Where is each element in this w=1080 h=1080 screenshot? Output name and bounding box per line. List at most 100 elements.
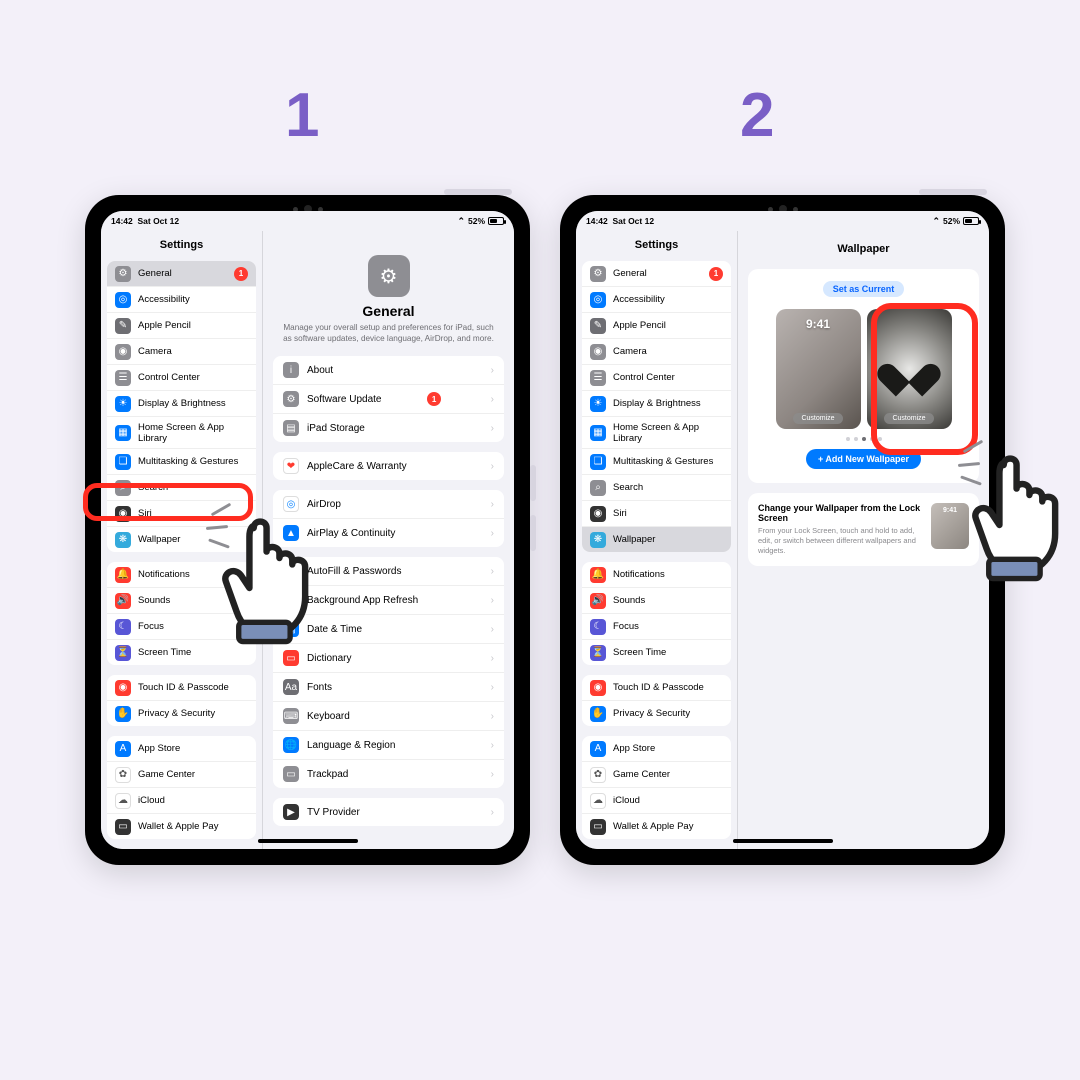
sidebar-item-general[interactable]: ⚙General1: [107, 261, 256, 287]
sidebar-item-label: Focus: [138, 621, 164, 632]
general-storage[interactable]: ▤iPad Storage›: [273, 414, 504, 442]
sidebar-item-label: Siri: [138, 508, 152, 519]
customize-lock-button[interactable]: Customize: [793, 413, 842, 424]
sidebar-item-label: Control Center: [138, 372, 200, 383]
sidebar-item-privacy[interactable]: ✋Privacy & Security: [107, 701, 256, 726]
sidebar-item-label: Wallpaper: [138, 534, 180, 545]
sidebar-item-notifications[interactable]: 🔔Notifications: [582, 562, 731, 588]
general-software-update[interactable]: ⚙Software Update1›: [273, 385, 504, 414]
chevron-right-icon: ›: [491, 807, 494, 818]
sidebar-item-icloud[interactable]: ☁iCloud: [582, 788, 731, 814]
sidebar-item-app-store[interactable]: AApp Store: [582, 736, 731, 762]
general-dictionary[interactable]: ▭Dictionary›: [273, 644, 504, 673]
customize-home-button[interactable]: Customize: [884, 413, 933, 424]
sidebar-item-accessibility[interactable]: ◎Accessibility: [107, 287, 256, 313]
general-tv-provider[interactable]: ▶TV Provider›: [273, 798, 504, 826]
siri-icon: ◉: [590, 506, 606, 522]
homescreen-preview[interactable]: Customize: [867, 309, 952, 429]
sidebar-item-label: Multitasking & Gestures: [138, 456, 238, 467]
icloud-icon: ☁: [115, 793, 131, 809]
sidebar-item-label: Display & Brightness: [138, 398, 226, 409]
settings-sidebar: Settings ⚙General1 ◎Accessibility ✎Apple…: [576, 231, 738, 849]
sidebar-item-wallet[interactable]: ▭Wallet & Apple Pay: [107, 814, 256, 839]
row-label: Software Update: [307, 394, 382, 405]
battery-icon: [963, 217, 979, 225]
general-about[interactable]: iAbout›: [273, 356, 504, 385]
hand-cursor-icon: [958, 435, 1080, 585]
sidebar-item-wallet[interactable]: ▭Wallet & Apple Pay: [582, 814, 731, 839]
ipad-power-button: [444, 189, 512, 195]
ipad-volume-down: [530, 515, 536, 551]
speaker-icon: 🔊: [115, 593, 131, 609]
accessibility-icon: ◎: [115, 292, 131, 308]
sidebar-item-label: Focus: [613, 621, 639, 632]
chevron-right-icon: ›: [491, 528, 494, 539]
hourglass-icon: ⏳: [115, 645, 131, 661]
sidebar-item-search[interactable]: ⌕Search: [582, 475, 731, 501]
sidebar-item-app-store[interactable]: AApp Store: [107, 736, 256, 762]
general-applecare[interactable]: ❤AppleCare & Warranty›: [273, 452, 504, 480]
toggles-icon: ☰: [590, 370, 606, 386]
gear-icon: ⚙: [283, 391, 299, 407]
sidebar-item-home-screen[interactable]: ▦Home Screen & App Library: [107, 417, 256, 449]
storage-icon: ▤: [283, 420, 299, 436]
windows-icon: ❏: [590, 454, 606, 470]
set-as-current-button[interactable]: Set as Current: [823, 281, 905, 297]
sidebar-item-display[interactable]: ☀Display & Brightness: [582, 391, 731, 417]
sidebar-item-label: Siri: [613, 508, 627, 519]
gear-icon: ⚙: [115, 266, 131, 282]
sidebar-item-multitasking[interactable]: ❏Multitasking & Gestures: [107, 449, 256, 475]
sidebar-item-camera[interactable]: ◉Camera: [107, 339, 256, 365]
ipad-volume-up: [530, 465, 536, 501]
sidebar-item-camera[interactable]: ◉Camera: [582, 339, 731, 365]
sidebar-item-screen-time[interactable]: ⏳Screen Time: [582, 640, 731, 665]
badge: 1: [709, 267, 723, 281]
sidebar-item-label: iCloud: [138, 795, 165, 806]
grid-icon: ▦: [590, 425, 606, 441]
general-fonts[interactable]: AaFonts›: [273, 673, 504, 702]
wallpaper-info-card[interactable]: Change your Wallpaper from the Lock Scre…: [748, 493, 979, 566]
sidebar-item-apple-pencil[interactable]: ✎Apple Pencil: [582, 313, 731, 339]
general-trackpad[interactable]: ▭Trackpad›: [273, 760, 504, 788]
sidebar-item-icloud[interactable]: ☁ iCloud: [107, 788, 256, 814]
sidebar-item-apple-pencil[interactable]: ✎Apple Pencil: [107, 313, 256, 339]
general-language[interactable]: 🌐Language & Region›: [273, 731, 504, 760]
hand-icon: ✋: [590, 706, 606, 722]
chevron-right-icon: ›: [491, 499, 494, 510]
sidebar-item-touchid[interactable]: ◉Touch ID & Passcode: [107, 675, 256, 701]
sidebar-item-sounds[interactable]: 🔊Sounds: [582, 588, 731, 614]
sidebar-item-privacy[interactable]: ✋ Privacy & Security: [582, 701, 731, 726]
sidebar-item-accessibility[interactable]: ◎Accessibility: [582, 287, 731, 313]
sidebar-item-focus[interactable]: ☾ Focus: [582, 614, 731, 640]
home-indicator[interactable]: [733, 839, 833, 843]
sidebar-item-game-center[interactable]: ✿Game Center: [582, 762, 731, 788]
home-indicator[interactable]: [258, 839, 358, 843]
add-new-wallpaper-button[interactable]: + Add New Wallpaper: [806, 449, 921, 469]
sidebar-item-label: Wallet & Apple Pay: [613, 821, 693, 832]
sidebar-item-label: Home Screen & App Library: [613, 422, 723, 444]
sidebar-item-general[interactable]: ⚙General1: [582, 261, 731, 287]
chevron-right-icon: ›: [491, 595, 494, 606]
sidebar-item-touchid[interactable]: ◉Touch ID & Passcode: [582, 675, 731, 701]
moon-icon: ☾: [590, 619, 606, 635]
sidebar-item-wallpaper[interactable]: ❋Wallpaper: [582, 527, 731, 552]
sidebar-item-label: Wallpaper: [613, 534, 655, 545]
general-keyboard[interactable]: ⌨Keyboard›: [273, 702, 504, 731]
chevron-right-icon: ›: [491, 566, 494, 577]
info-icon: i: [283, 362, 299, 378]
lockscreen-preview[interactable]: 9:41 Customize: [776, 309, 861, 429]
sidebar-item-game-center[interactable]: ✿Game Center: [107, 762, 256, 788]
sidebar-item-multitasking[interactable]: ❏Multitasking & Gestures: [582, 449, 731, 475]
sidebar-item-label: Privacy & Security: [613, 708, 690, 719]
sidebar-item-siri[interactable]: ◉ Siri: [582, 501, 731, 527]
sidebar-item-label: Sounds: [613, 595, 645, 606]
camera-icon: ◉: [115, 344, 131, 360]
sidebar-item-display[interactable]: ☀Display & Brightness: [107, 391, 256, 417]
sidebar-item-home-screen[interactable]: ▦ Home Screen & App Library: [582, 417, 731, 449]
sidebar-item-control-center[interactable]: ☰Control Center: [107, 365, 256, 391]
pencil-icon: ✎: [590, 318, 606, 334]
sidebar-item-control-center[interactable]: ☰Control Center: [582, 365, 731, 391]
battery-percent: 52%: [943, 216, 960, 226]
status-bar: 14:42 Sat Oct 12 ⌃ 52%: [576, 211, 989, 231]
moon-icon: ☾: [115, 619, 131, 635]
